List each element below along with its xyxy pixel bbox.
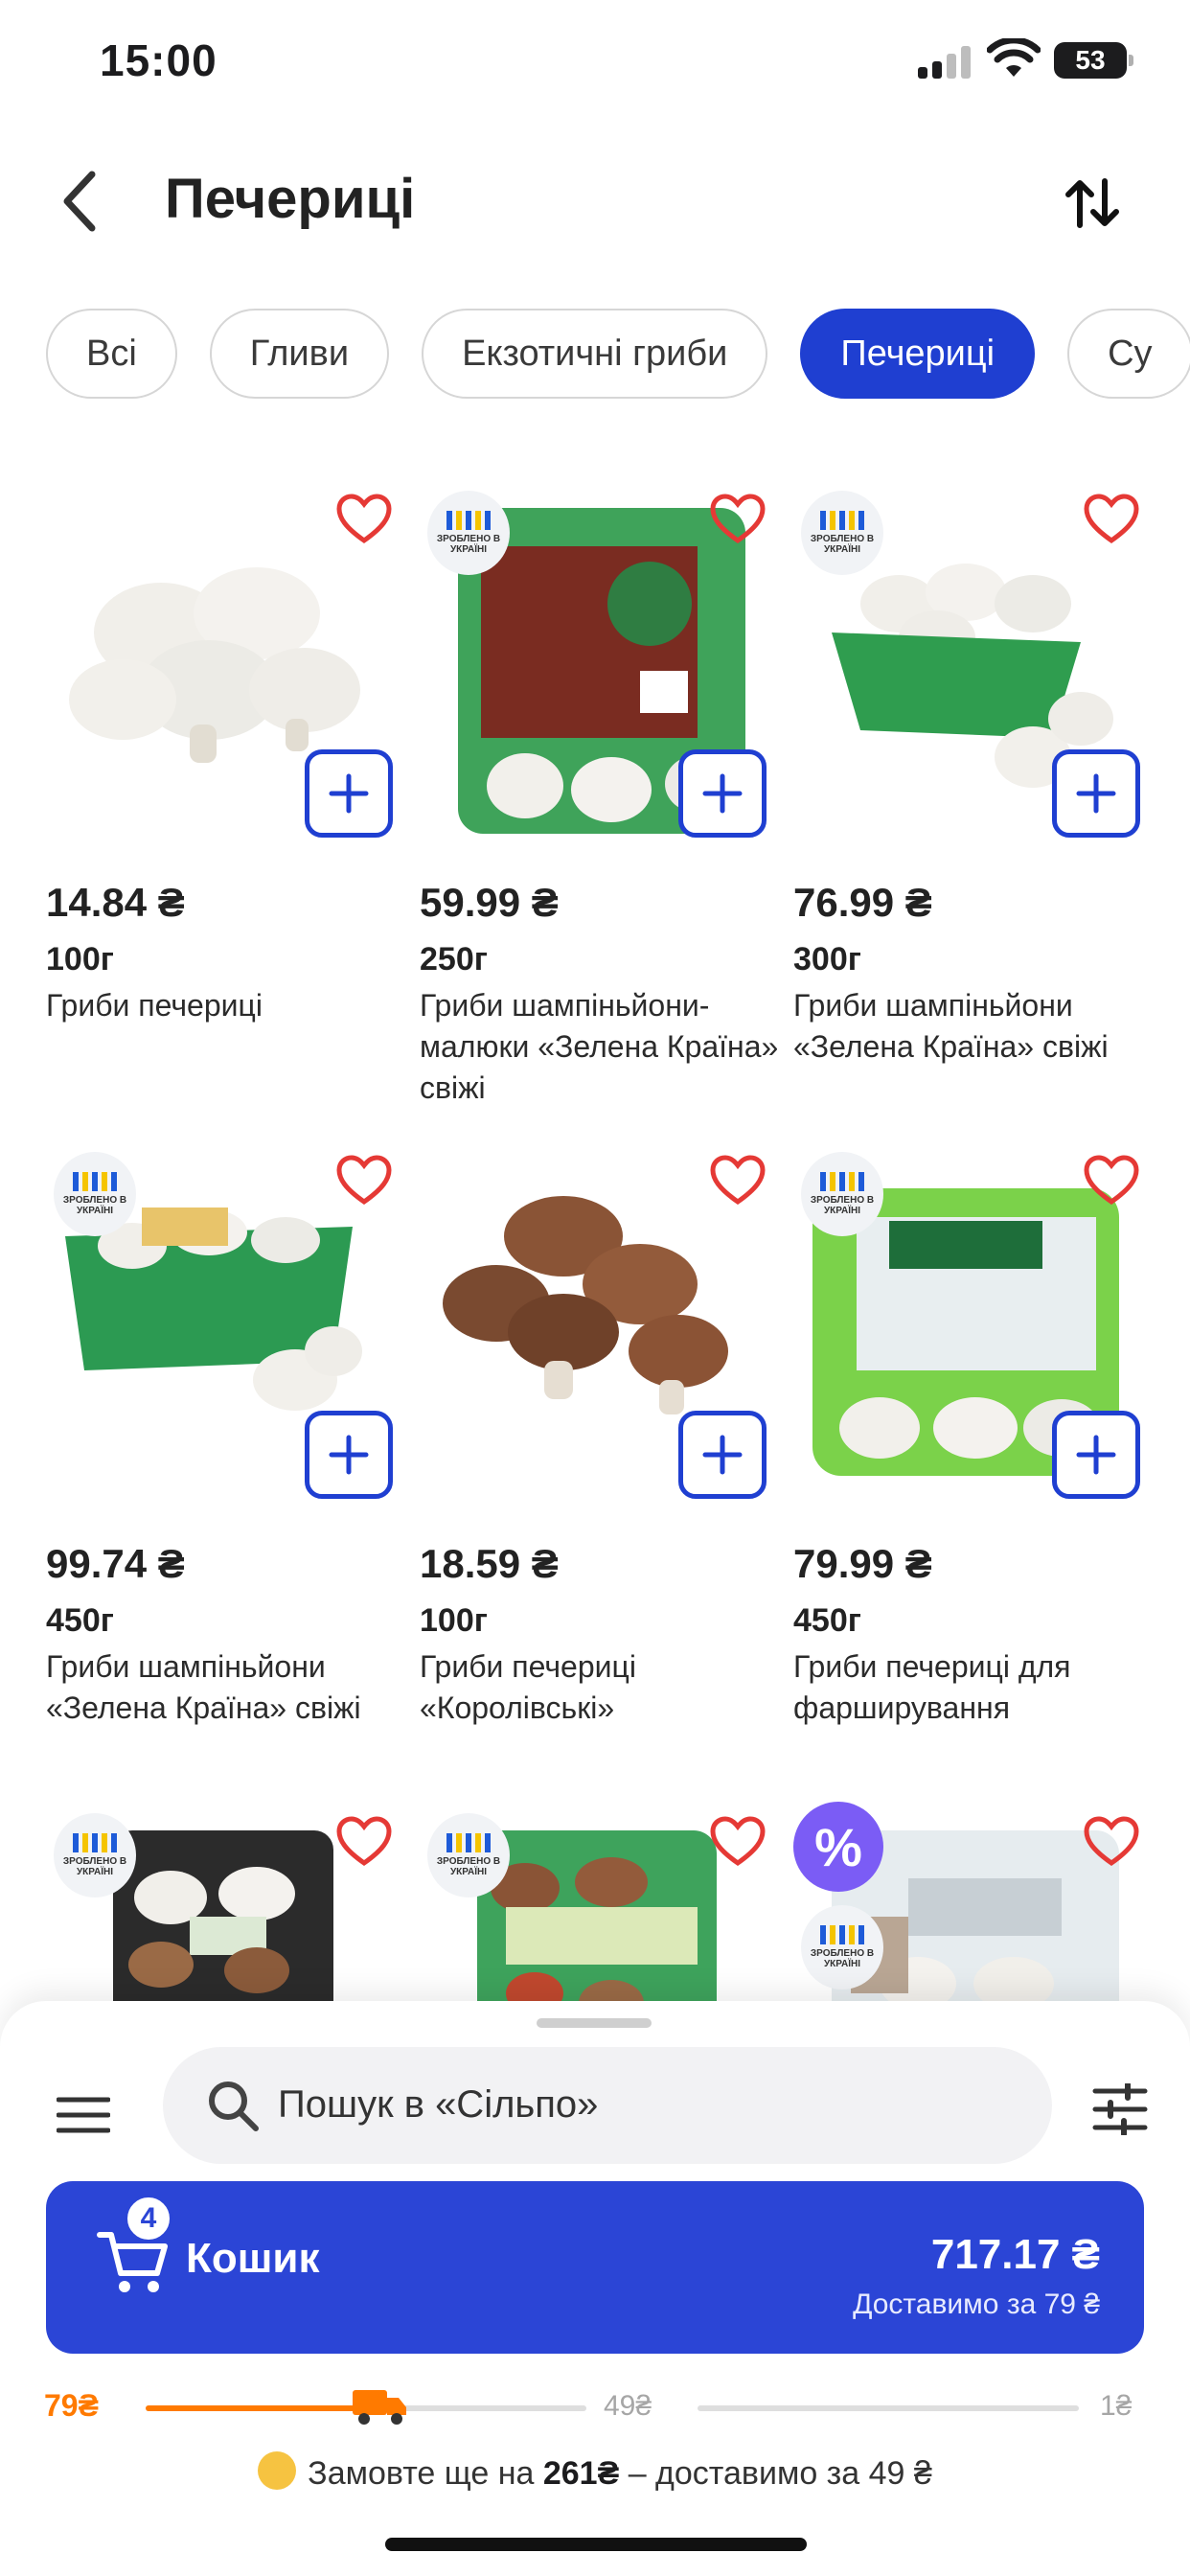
add-to-cart-button[interactable] bbox=[1052, 1411, 1140, 1499]
product-card[interactable]: ЗРОБЛЕНО В УКРАЇНІ 59.99 ₴ 250г Гриби ша… bbox=[420, 479, 778, 1112]
filter-button[interactable] bbox=[1087, 2076, 1154, 2143]
header: Печериці bbox=[0, 144, 1190, 259]
heart-icon[interactable] bbox=[709, 1154, 767, 1208]
progress-fill bbox=[146, 2405, 376, 2411]
delivery-truck-icon bbox=[353, 2390, 406, 2425]
wink-emoji-icon bbox=[258, 2451, 297, 2490]
progress-start-label: 79₴ bbox=[44, 2388, 99, 2423]
delivery-hint: Замовте ще на 261₴ – доставимо за 49 ₴ bbox=[0, 2451, 1190, 2493]
cart-total: 717.17 ₴ bbox=[930, 2231, 1100, 2278]
signal-icon bbox=[918, 46, 972, 79]
product-card[interactable]: ЗРОБЛЕНО В УКРАЇНІ 79.99 ₴ 450г Гриби пе… bbox=[793, 1140, 1140, 1773]
product-weight: 250г bbox=[420, 941, 488, 978]
product-weight: 450г bbox=[46, 1602, 114, 1639]
made-in-ukraine-badge: ЗРОБЛЕНО В УКРАЇНІ bbox=[427, 491, 510, 575]
made-in-ukraine-badge: ЗРОБЛЕНО В УКРАЇНІ bbox=[54, 1813, 136, 1898]
made-in-ukraine-badge: ЗРОБЛЕНО В УКРАЇНІ bbox=[54, 1152, 136, 1236]
product-name: Гриби шампіньйони «Зелена Країна» свіжі bbox=[46, 1649, 361, 1725]
product-name: Гриби печериці «Королівські» bbox=[420, 1649, 636, 1725]
plus-icon bbox=[1076, 1435, 1116, 1475]
product-price: 59.99 ₴ bbox=[420, 880, 559, 925]
menu-button[interactable] bbox=[50, 2082, 117, 2149]
heart-icon[interactable] bbox=[1083, 1154, 1140, 1208]
page-title: Печериці bbox=[165, 168, 416, 230]
sheet-grabber[interactable] bbox=[537, 2018, 652, 2028]
product-weight: 300г bbox=[793, 941, 861, 978]
chip-oyster[interactable]: Гливи bbox=[209, 309, 390, 399]
add-to-cart-button[interactable] bbox=[305, 1411, 393, 1499]
plus-icon bbox=[1076, 773, 1116, 814]
product-card[interactable]: ЗРОБЛЕНО В УКРАЇНІ 99.74 ₴ 450г Гриби ша… bbox=[46, 1140, 393, 1773]
made-in-ukraine-badge: ЗРОБЛЕНО В УКРАЇНІ bbox=[801, 491, 883, 575]
progress-mid-label: 49₴ bbox=[604, 2390, 652, 2422]
cart-count-badge: 4 bbox=[125, 2195, 172, 2242]
plus-icon bbox=[702, 773, 743, 814]
home-indicator bbox=[385, 2538, 807, 2551]
category-chips: Всі Гливи Екзотичні гриби Печериці Су bbox=[46, 309, 1190, 401]
hamburger-icon bbox=[57, 2097, 110, 2133]
made-in-ukraine-badge: ЗРОБЛЕНО В УКРАЇНІ bbox=[427, 1813, 510, 1898]
plus-icon bbox=[329, 773, 369, 814]
chip-dried[interactable]: Су bbox=[1067, 309, 1190, 399]
product-card[interactable]: 14.84 ₴ 100г Гриби печериці bbox=[46, 479, 393, 1112]
percent-icon: % bbox=[793, 1802, 883, 1892]
battery-icon: 53 bbox=[1054, 42, 1133, 79]
heart-icon[interactable] bbox=[1083, 1815, 1140, 1869]
product-price: 79.99 ₴ bbox=[793, 1541, 932, 1586]
product-price: 18.59 ₴ bbox=[420, 1541, 559, 1586]
chip-exotic[interactable]: Екзотичні гриби bbox=[422, 309, 768, 399]
progress-track-2 bbox=[698, 2405, 1079, 2411]
product-name: Гриби шампіньйони-малюки «Зелена Країна»… bbox=[420, 988, 779, 1105]
plus-icon bbox=[702, 1435, 743, 1475]
wifi-icon bbox=[987, 38, 1041, 77]
product-price: 99.74 ₴ bbox=[46, 1541, 185, 1586]
chevron-left-icon bbox=[63, 171, 96, 232]
product-card[interactable]: 18.59 ₴ 100г Гриби печериці «Королівські… bbox=[420, 1140, 767, 1773]
heart-icon[interactable] bbox=[335, 1815, 393, 1869]
product-weight: 450г bbox=[793, 1602, 861, 1639]
status-time: 15:00 bbox=[100, 35, 217, 85]
product-name: Гриби печериці bbox=[46, 988, 263, 1023]
product-price: 76.99 ₴ bbox=[793, 880, 932, 925]
sort-arrows-icon bbox=[1065, 178, 1119, 228]
search-input[interactable] bbox=[278, 2076, 1006, 2133]
hint-suffix: – доставимо за 49 ₴ bbox=[619, 2455, 932, 2492]
product-name: Гриби печериці для фарширування bbox=[793, 1649, 1071, 1725]
progress-end-label: 1₴ bbox=[1100, 2390, 1133, 2422]
search-bar[interactable] bbox=[163, 2047, 1052, 2164]
product-card[interactable]: ЗРОБЛЕНО В УКРАЇНІ 76.99 ₴ 300г Гриби ша… bbox=[793, 479, 1140, 1112]
bottom-sheet: 4 Кошик 717.17 ₴ Доставимо за 79 ₴ 79₴ 4… bbox=[0, 2001, 1190, 2576]
chip-champignons[interactable]: Печериці bbox=[800, 309, 1036, 399]
delivery-progress: 79₴ 49₴ 1₴ bbox=[0, 2384, 1190, 2432]
plus-icon bbox=[329, 1435, 369, 1475]
hint-amount: 261₴ bbox=[542, 2455, 620, 2492]
made-in-ukraine-badge: ЗРОБЛЕНО В УКРАЇНІ bbox=[801, 1152, 883, 1236]
add-to-cart-button[interactable] bbox=[305, 749, 393, 838]
cart-delivery-info: Доставимо за 79 ₴ bbox=[853, 2288, 1100, 2320]
product-weight: 100г bbox=[46, 941, 114, 978]
sliders-icon bbox=[1092, 2083, 1148, 2135]
cart-label: Кошик bbox=[186, 2235, 320, 2282]
heart-icon[interactable] bbox=[335, 1154, 393, 1208]
heart-icon[interactable] bbox=[709, 493, 767, 546]
sort-button[interactable] bbox=[1054, 165, 1131, 242]
hint-prefix: Замовте ще на bbox=[308, 2455, 543, 2492]
add-to-cart-button[interactable] bbox=[1052, 749, 1140, 838]
chip-all[interactable]: Всі bbox=[46, 309, 177, 399]
product-name: Гриби шампіньйони «Зелена Країна» свіжі bbox=[793, 988, 1109, 1064]
add-to-cart-button[interactable] bbox=[678, 749, 767, 838]
heart-icon[interactable] bbox=[709, 1815, 767, 1869]
product-price: 14.84 ₴ bbox=[46, 880, 185, 925]
heart-icon[interactable] bbox=[335, 493, 393, 546]
cart-button[interactable]: 4 Кошик 717.17 ₴ Доставимо за 79 ₴ bbox=[46, 2181, 1144, 2354]
back-button[interactable] bbox=[42, 163, 119, 240]
made-in-ukraine-badge: ЗРОБЛЕНО В УКРАЇНІ bbox=[801, 1905, 883, 1990]
product-weight: 100г bbox=[420, 1602, 488, 1639]
heart-icon[interactable] bbox=[1083, 493, 1140, 546]
search-icon bbox=[209, 2082, 259, 2131]
add-to-cart-button[interactable] bbox=[678, 1411, 767, 1499]
status-bar: 15:00 53 bbox=[0, 0, 1190, 125]
